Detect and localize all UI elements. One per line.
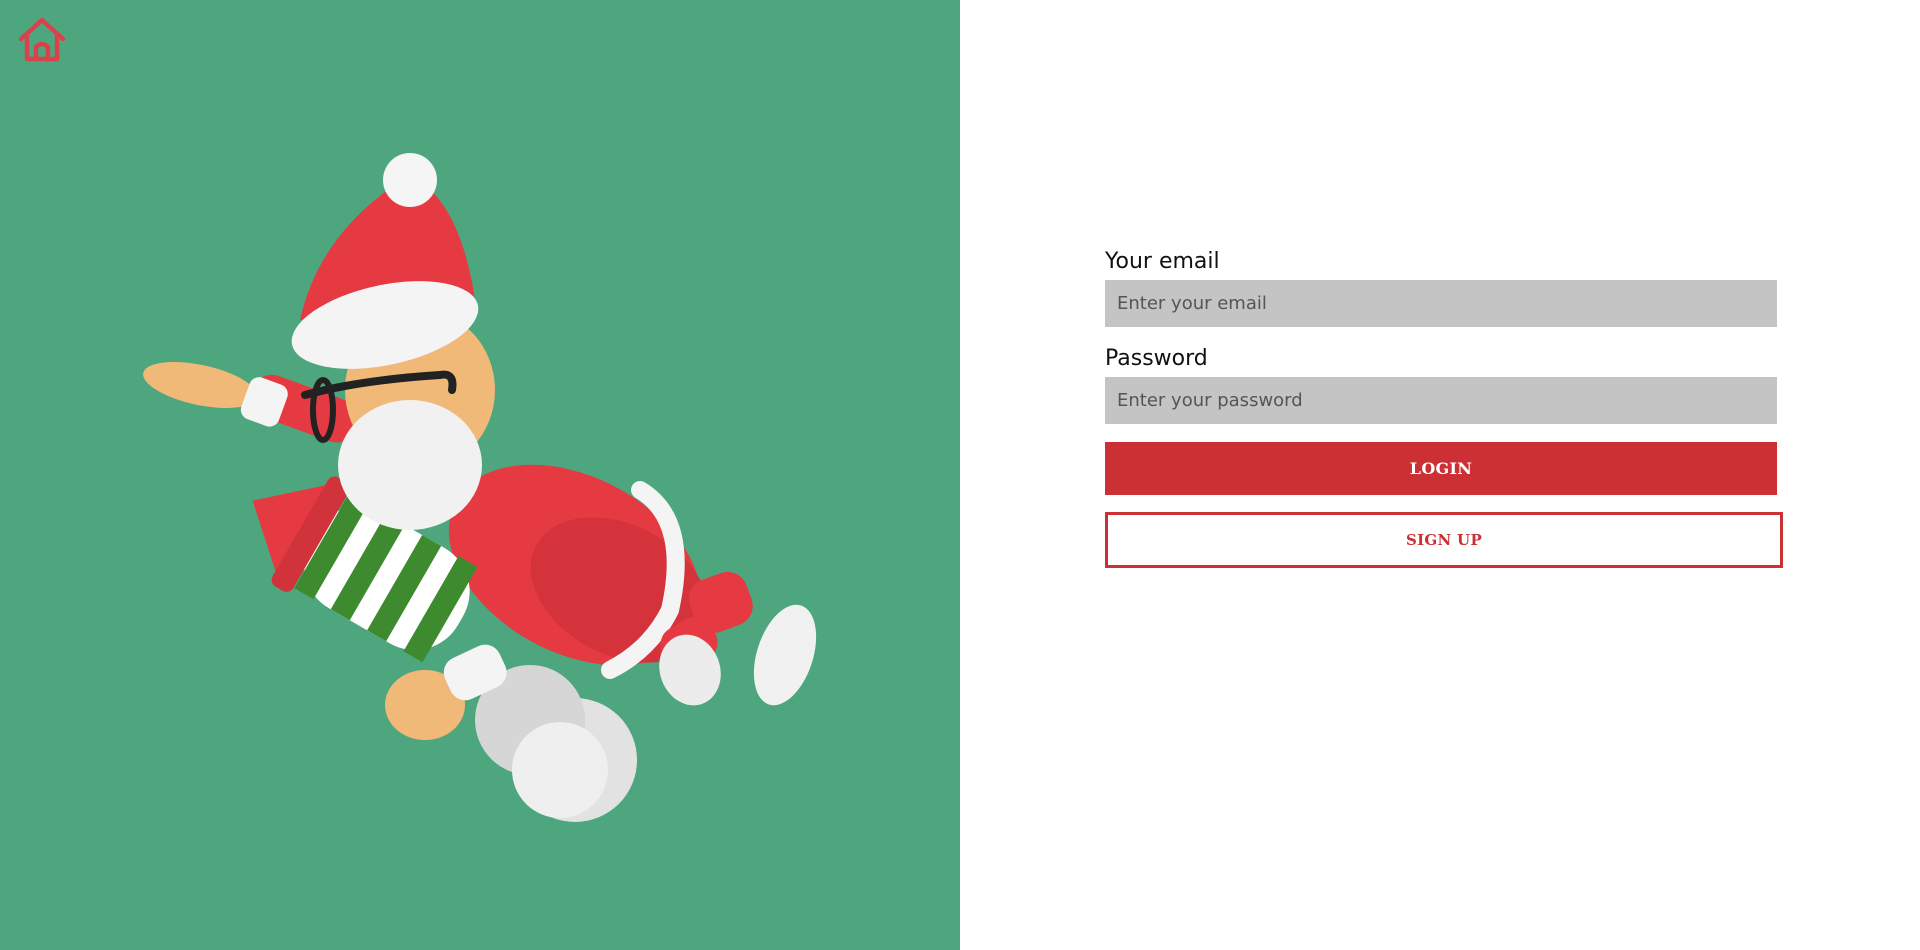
form-panel: Your email Password LOGIN SIGN UP [960,0,1920,950]
password-field[interactable] [1105,377,1777,424]
email-label: Your email [1105,249,1220,274]
login-page: Your email Password LOGIN SIGN UP [0,0,1920,950]
santa-illustration [143,153,817,822]
login-form: Your email Password LOGIN SIGN UP [1105,248,1785,568]
password-label: Password [1105,346,1208,371]
hero-panel [0,0,960,950]
login-button[interactable]: LOGIN [1105,442,1777,495]
home-button[interactable] [16,14,68,66]
signup-button[interactable]: SIGN UP [1105,512,1783,568]
email-field[interactable] [1105,280,1777,327]
home-icon [18,17,66,62]
